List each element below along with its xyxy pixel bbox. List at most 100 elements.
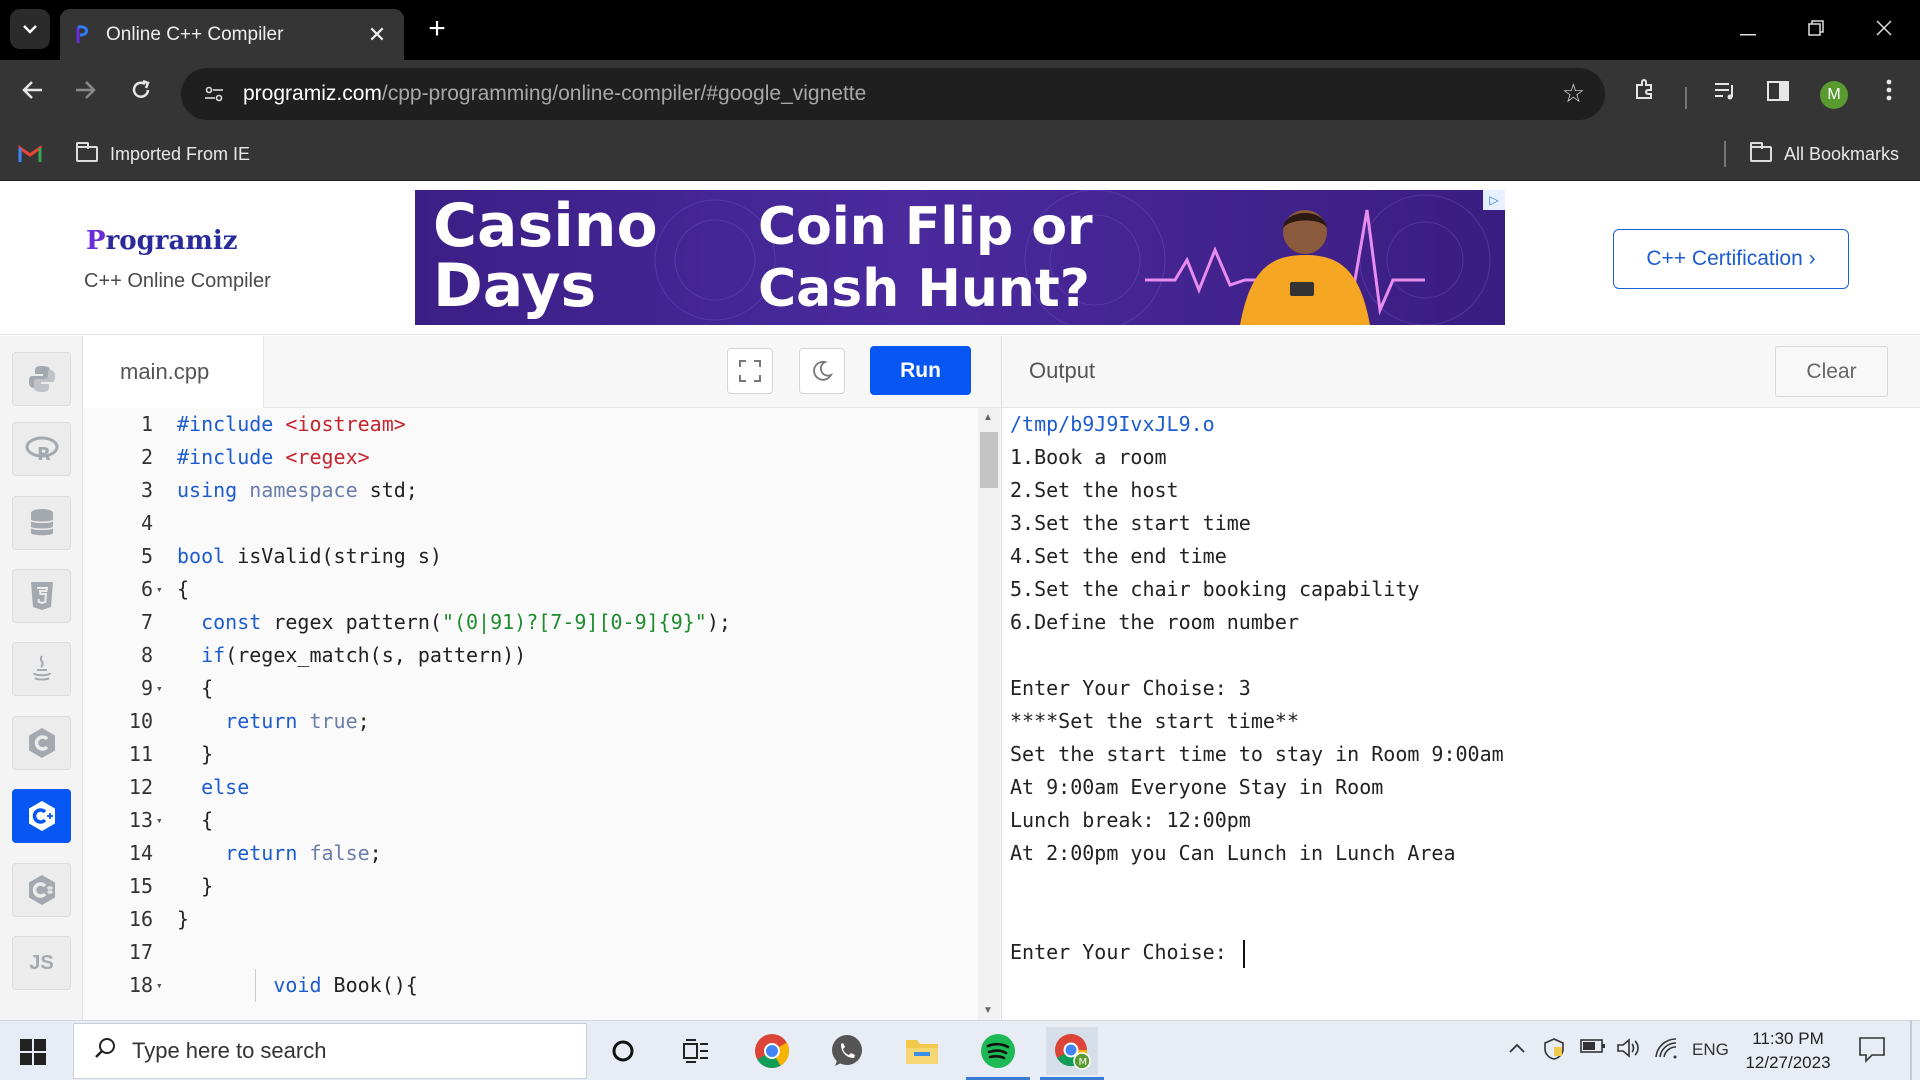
spotify-icon[interactable]: [972, 1027, 1024, 1075]
new-tab-button[interactable]: +: [420, 12, 454, 46]
scroll-down-icon[interactable]: ▼: [983, 1005, 993, 1016]
windows-start-icon[interactable]: [20, 1039, 46, 1065]
c-language-icon[interactable]: [12, 716, 71, 770]
search-icon: [94, 1037, 116, 1066]
toolbar-divider: [1685, 87, 1687, 109]
code-editor[interactable]: 1 #include <iostream> 2 #include <regex> 3…: [83, 408, 1001, 1020]
extensions-icon[interactable]: [1625, 74, 1665, 114]
svg-text:M: M: [1079, 1057, 1088, 1068]
fold-arrow-icon[interactable]: ▾: [156, 672, 163, 705]
cpp-certification-button[interactable]: C++ Certification ›: [1613, 229, 1849, 289]
run-button[interactable]: Run: [870, 346, 971, 395]
fullscreen-icon[interactable]: [727, 348, 773, 394]
output-line: 6.Define the room number: [1010, 610, 1299, 634]
advertisement-banner[interactable]: Casino Days Coin Flip or Cash Hunt? ▷: [415, 190, 1505, 325]
tab-search-button[interactable]: [10, 9, 50, 49]
adchoices-icon[interactable]: ▷: [1483, 190, 1505, 210]
clock-date: 12/27/2023: [1745, 1053, 1831, 1072]
output-line: At 2:00pm you Can Lunch in Lunch Area: [1010, 841, 1456, 865]
python-icon[interactable]: [12, 352, 71, 406]
volume-icon[interactable]: [1616, 1037, 1640, 1065]
show-hidden-icons-chevron-icon[interactable]: [1508, 1037, 1526, 1060]
file-explorer-icon[interactable]: [896, 1027, 948, 1075]
programiz-logo[interactable]: Programiz: [86, 226, 237, 256]
bookmark-star-icon[interactable]: ☆: [1562, 78, 1585, 109]
code-line: 10 return true;: [128, 709, 370, 733]
system-clock[interactable]: 11:30 PM 12/27/2023: [1728, 1027, 1848, 1075]
output-line: 2.Set the host: [1010, 478, 1179, 502]
code-line: 7 const regex pattern("(0|91)?[7-9][0-9]…: [140, 610, 731, 634]
forward-arrow-icon[interactable]: [65, 74, 105, 114]
output-title: Output: [1029, 358, 1096, 383]
csharp-language-icon[interactable]: [12, 863, 71, 917]
battery-icon[interactable]: [1580, 1037, 1606, 1060]
tab-close-icon[interactable]: ✕: [364, 22, 390, 48]
output-line: 1.Book a room: [1010, 445, 1167, 469]
notifications-icon[interactable]: [1858, 1035, 1886, 1069]
more-menu-icon[interactable]: [1869, 74, 1909, 114]
profile-avatar[interactable]: M: [1820, 81, 1848, 109]
html5-icon[interactable]: [12, 569, 71, 623]
show-desktop-button[interactable]: [1910, 1021, 1912, 1080]
ad-person-image: [1240, 210, 1370, 325]
svg-text:R: R: [37, 444, 51, 462]
address-bar[interactable]: programiz.com/cpp-programming/online-com…: [181, 68, 1605, 120]
file-tab-main-cpp[interactable]: main.cpp: [83, 336, 264, 408]
browser-tab[interactable]: Online C++ Compiler ✕: [60, 9, 404, 60]
indent-guide: [255, 969, 256, 1002]
fold-arrow-icon[interactable]: ▾: [156, 573, 163, 606]
dark-mode-moon-icon[interactable]: [799, 348, 845, 394]
gmail-bookmark[interactable]: [18, 139, 42, 169]
folder-icon: [1750, 142, 1772, 162]
code-line: 8 if(regex_match(s, pattern)): [140, 643, 527, 667]
taskbar-search-box[interactable]: Type here to search: [73, 1023, 587, 1079]
language-indicator[interactable]: ENG: [1692, 1040, 1729, 1060]
restore-icon[interactable]: [1786, 10, 1846, 50]
all-bookmarks[interactable]: All Bookmarks: [1750, 139, 1899, 169]
code-line: 15 }: [128, 874, 214, 898]
java-icon[interactable]: [12, 642, 71, 696]
output-console[interactable]: /tmp/b9J9IvxJL9.o 1.Book a room 2.Set th…: [1001, 408, 1920, 1020]
media-control-icon[interactable]: [1705, 74, 1745, 114]
chevron-down-icon: [23, 25, 37, 34]
chrome-profile-icon[interactable]: M: [1046, 1027, 1098, 1075]
windows-taskbar: Type here to search M ENG 11:30 PM 12/27…: [0, 1020, 1920, 1080]
bookmarks-bar: Imported From IE All Bookmarks: [0, 127, 1920, 181]
reload-icon[interactable]: [121, 74, 161, 114]
output-line: Enter Your Choise: 3: [1010, 676, 1251, 700]
page-subtitle: C++ Online Compiler: [84, 270, 271, 292]
output-line: At 9:00am Everyone Stay in Room: [1010, 775, 1384, 799]
scroll-up-icon[interactable]: ▲: [983, 412, 993, 423]
url-host: programiz.com: [243, 82, 382, 105]
output-line: 3.Set the start time: [1010, 511, 1251, 535]
output-input-line[interactable]: Enter Your Choise:: [1010, 936, 1245, 969]
back-arrow-icon[interactable]: [13, 74, 53, 114]
javascript-icon[interactable]: JS: [12, 936, 71, 990]
scrollbar-thumb[interactable]: [980, 432, 998, 488]
side-panel-icon[interactable]: [1758, 74, 1798, 114]
code-line: 13 ▾ {: [83, 804, 973, 837]
code-line: 1 #include <iostream>: [140, 412, 406, 436]
site-settings-icon[interactable]: [199, 79, 229, 109]
whatsapp-icon[interactable]: [821, 1027, 873, 1075]
clear-button[interactable]: Clear: [1775, 346, 1888, 397]
editor-scrollbar[interactable]: ▲ ▼: [978, 408, 1000, 1020]
cpp-language-icon[interactable]: [12, 789, 71, 843]
sql-database-icon[interactable]: [12, 496, 71, 550]
code-line: 12 else: [128, 775, 250, 799]
imported-from-ie-bookmark[interactable]: Imported From IE: [76, 139, 250, 169]
clock-time: 11:30 PM: [1752, 1029, 1824, 1048]
bookmarks-divider: [1724, 141, 1726, 167]
wifi-icon[interactable]: [1654, 1037, 1678, 1065]
task-view-icon[interactable]: [670, 1027, 722, 1075]
cortana-icon[interactable]: [597, 1027, 649, 1075]
security-shield-icon[interactable]: [1542, 1037, 1566, 1067]
minimize-icon[interactable]: [1718, 10, 1778, 50]
output-line: 5.Set the chair booking capability: [1010, 577, 1420, 601]
close-window-icon[interactable]: [1854, 10, 1914, 50]
editor-toolbar: main.cpp Run: [83, 336, 1001, 408]
fold-arrow-icon[interactable]: ▾: [156, 804, 163, 837]
r-icon[interactable]: R: [12, 422, 71, 476]
fold-arrow-icon[interactable]: ▾: [156, 969, 163, 1002]
chrome-icon[interactable]: [746, 1027, 798, 1075]
